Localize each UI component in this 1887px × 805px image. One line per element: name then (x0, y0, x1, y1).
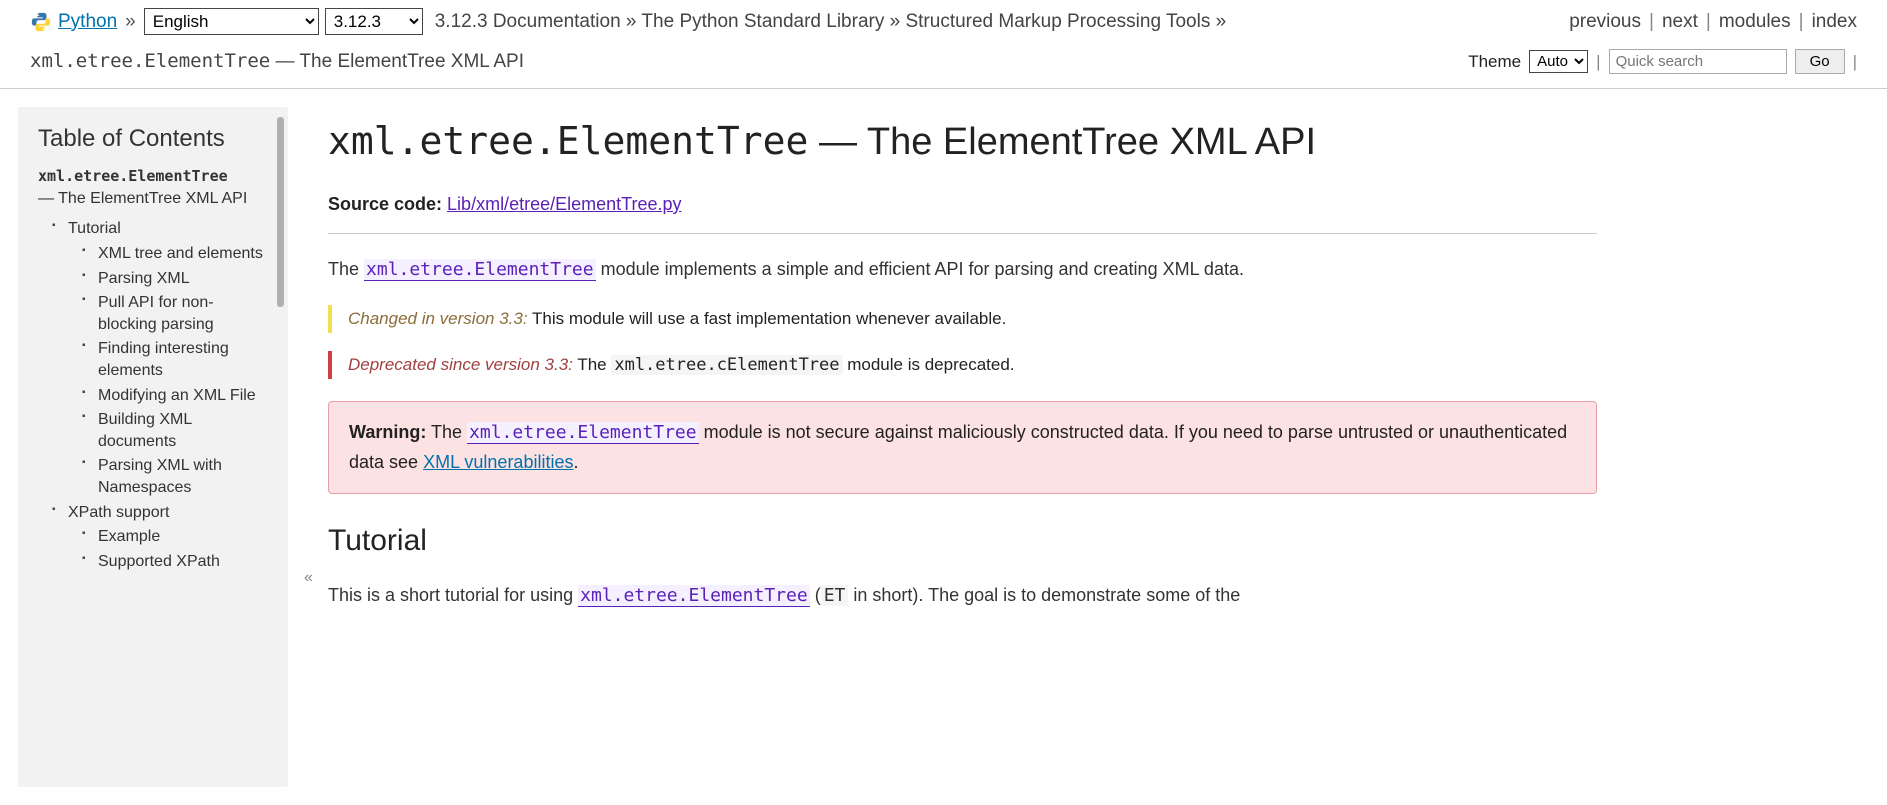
toc-item-finding[interactable]: Finding interesting elements (82, 338, 268, 381)
top-left: Python » English 3.12.3 3.12.3 Documenta… (30, 8, 1226, 35)
divider-line (328, 233, 1597, 234)
sub-bar: xml.etree.ElementTree — The ElementTree … (0, 43, 1887, 89)
tutorial-heading: Tutorial (328, 524, 1597, 558)
intro-paragraph: The xml.etree.ElementTree module impleme… (328, 256, 1597, 283)
toc-item-pullapi[interactable]: Pull API for non-blocking parsing (82, 292, 268, 335)
search-input[interactable] (1609, 49, 1787, 74)
nav-modules[interactable]: modules (1719, 11, 1791, 33)
changed-notice: Changed in version 3.3: This module will… (328, 305, 1597, 333)
module-link-tut[interactable]: xml.etree.ElementTree (578, 585, 810, 607)
nav-previous[interactable]: previous (1569, 11, 1641, 33)
nav-index[interactable]: index (1812, 11, 1857, 33)
toc-item-modifying[interactable]: Modifying an XML File (82, 385, 268, 407)
source-code-line: Source code: Lib/xml/etree/ElementTree.p… (328, 194, 1597, 215)
crumb-markup[interactable]: Structured Markup Processing Tools (905, 11, 1210, 32)
content: xml.etree.ElementTree — The ElementTree … (288, 107, 1857, 787)
python-home-link[interactable]: Python (58, 11, 117, 33)
nav-next[interactable]: next (1662, 11, 1698, 33)
page-title: xml.etree.ElementTree — The ElementTree … (328, 119, 1597, 164)
tutorial-paragraph: This is a short tutorial for using xml.e… (328, 582, 1597, 609)
python-logo-icon (30, 11, 52, 33)
sidebar-toc: Table of Contents xml.etree.ElementTree … (18, 107, 288, 787)
crumb-doc[interactable]: 3.12.3 Documentation (435, 11, 621, 32)
version-select[interactable]: 3.12.3 (325, 8, 423, 35)
xml-vulnerabilities-link[interactable]: XML vulnerabilities (423, 452, 573, 472)
separator: » (125, 11, 136, 33)
theme-select[interactable]: Auto (1529, 50, 1588, 73)
module-link-warning[interactable]: xml.etree.ElementTree (467, 422, 699, 444)
sub-right: Theme Auto | Go | (1468, 49, 1857, 74)
toc-root-link[interactable]: xml.etree.ElementTree — The ElementTree … (38, 167, 268, 210)
toc-item-example[interactable]: Example (82, 526, 268, 548)
toc-item-supported[interactable]: Supported XPath (82, 551, 268, 573)
toc-item-xmltree[interactable]: XML tree and elements (82, 243, 268, 265)
sidebar-collapse-icon[interactable]: « (304, 569, 313, 587)
top-right-nav: previous | next | modules | index (1569, 11, 1857, 33)
crumb-stdlib[interactable]: The Python Standard Library (641, 11, 884, 32)
breadcrumb: 3.12.3 Documentation » The Python Standa… (435, 11, 1226, 33)
deprecated-notice: Deprecated since version 3.3: The xml.et… (328, 351, 1597, 379)
toc-item-tutorial[interactable]: Tutorial XML tree and elements Parsing X… (52, 218, 268, 498)
source-code-link[interactable]: Lib/xml/etree/ElementTree.py (447, 194, 681, 214)
toc-item-building[interactable]: Building XML documents (82, 409, 268, 452)
toc-title: Table of Contents (38, 125, 268, 153)
top-bar: Python » English 3.12.3 3.12.3 Documenta… (0, 0, 1887, 43)
module-link[interactable]: xml.etree.ElementTree (364, 259, 596, 281)
theme-label: Theme (1468, 52, 1521, 72)
page-subtitle: xml.etree.ElementTree — The ElementTree … (30, 50, 524, 73)
toc-item-namespaces[interactable]: Parsing XML with Namespaces (82, 455, 268, 498)
toc-item-xpath[interactable]: XPath support Example Supported XPath (52, 502, 268, 573)
language-select[interactable]: English (144, 8, 319, 35)
search-go-button[interactable]: Go (1795, 49, 1845, 74)
warning-box: Warning: The xml.etree.ElementTree modul… (328, 401, 1597, 494)
toc-item-parsing[interactable]: Parsing XML (82, 268, 268, 290)
main-wrap: Table of Contents xml.etree.ElementTree … (0, 89, 1887, 787)
